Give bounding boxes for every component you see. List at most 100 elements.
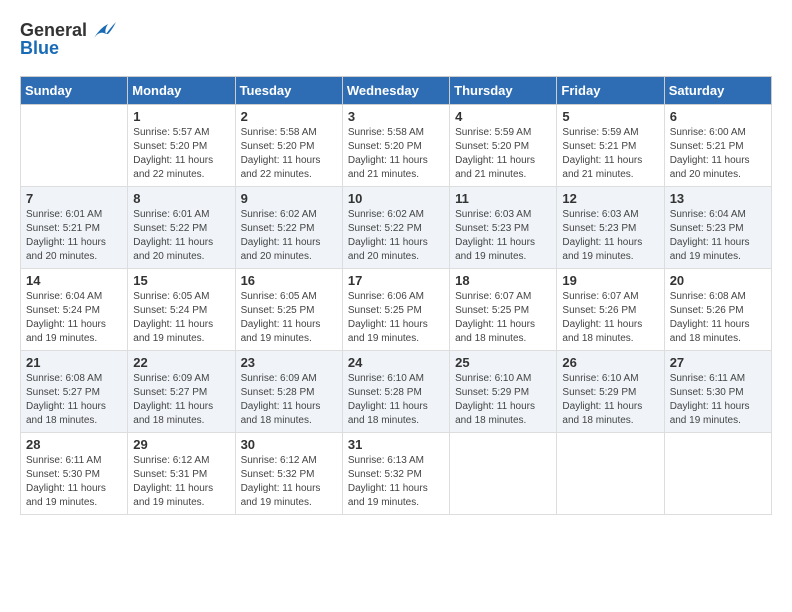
calendar-cell: 6 Sunrise: 6:00 AMSunset: 5:21 PMDaylight… [664,104,771,186]
day-info: Sunrise: 6:06 AMSunset: 5:25 PMDaylight:… [348,290,444,346]
day-number: 17 [348,273,444,288]
day-number: 30 [241,437,337,452]
page-header: General Blue [20,20,772,60]
day-number: 5 [562,109,658,124]
calendar-cell: 4Sunrise: 5:59 AMSunset: 5:20 PMDaylight… [450,104,557,186]
calendar-cell: 3 Sunrise: 5:58 AMSunset: 5:20 PMDaylight… [342,104,449,186]
column-header-wednesday: Wednesday [342,76,449,104]
column-header-monday: Monday [128,76,235,104]
calendar-week-1: 1 Sunrise: 5:57 AMSunset: 5:20 PMDaylight… [21,104,772,186]
calendar-cell: 15 Sunrise: 6:05 AMSunset: 5:24 PMDayligh… [128,268,235,350]
calendar-header: SundayMondayTuesdayWednesdayThursdayFrid… [21,76,772,104]
day-info: Sunrise: 6:05 AMSunset: 5:24 PMDaylight:… [133,290,229,346]
day-number: 9 [241,191,337,206]
day-number: 11 [455,191,551,206]
calendar-cell: 8 Sunrise: 6:01 AMSunset: 5:22 PMDaylight… [128,186,235,268]
day-number: 22 [133,355,229,370]
logo: General Blue [20,20,118,60]
day-number: 8 [133,191,229,206]
calendar-cell: 10 Sunrise: 6:02 AMSunset: 5:22 PMDayligh… [342,186,449,268]
day-number: 10 [348,191,444,206]
calendar-cell: 29 Sunrise: 6:12 AMSunset: 5:31 PMDayligh… [128,432,235,514]
column-header-tuesday: Tuesday [235,76,342,104]
day-info: Sunrise: 6:09 AMSunset: 5:27 PMDaylight:… [133,372,229,428]
day-number: 21 [26,355,122,370]
calendar-week-5: 28Sunrise: 6:11 AMSunset: 5:30 PMDayligh… [21,432,772,514]
calendar-cell: 16Sunrise: 6:05 AMSunset: 5:25 PMDayligh… [235,268,342,350]
day-number: 13 [670,191,766,206]
calendar-cell [450,432,557,514]
day-number: 27 [670,355,766,370]
day-number: 4 [455,109,551,124]
day-number: 6 [670,109,766,124]
day-number: 24 [348,355,444,370]
calendar-cell: 12 Sunrise: 6:03 AMSunset: 5:23 PMDayligh… [557,186,664,268]
day-info: Sunrise: 6:05 AMSunset: 5:25 PMDaylight:… [241,290,337,346]
day-number: 23 [241,355,337,370]
calendar-week-4: 21 Sunrise: 6:08 AMSunset: 5:27 PMDayligh… [21,350,772,432]
day-info: Sunrise: 6:09 AMSunset: 5:28 PMDaylight:… [241,372,337,428]
day-number: 25 [455,355,551,370]
column-header-sunday: Sunday [21,76,128,104]
calendar-cell: 23 Sunrise: 6:09 AMSunset: 5:28 PMDayligh… [235,350,342,432]
calendar-cell: 24Sunrise: 6:10 AMSunset: 5:28 PMDayligh… [342,350,449,432]
day-info: Sunrise: 6:13 AMSunset: 5:32 PMDaylight:… [348,454,444,510]
day-number: 26 [562,355,658,370]
column-header-saturday: Saturday [664,76,771,104]
day-number: 29 [133,437,229,452]
day-info: Sunrise: 6:11 AMSunset: 5:30 PMDaylight:… [670,372,766,428]
calendar-cell: 5 Sunrise: 5:59 AMSunset: 5:21 PMDaylight… [557,104,664,186]
day-info: Sunrise: 6:04 AMSunset: 5:23 PMDaylight:… [670,208,766,264]
calendar-cell: 7 Sunrise: 6:01 AMSunset: 5:21 PMDaylight… [21,186,128,268]
calendar-cell [21,104,128,186]
calendar-cell [557,432,664,514]
calendar-cell: 9 Sunrise: 6:02 AMSunset: 5:22 PMDaylight… [235,186,342,268]
calendar-cell: 27 Sunrise: 6:11 AMSunset: 5:30 PMDayligh… [664,350,771,432]
day-info: Sunrise: 6:01 AMSunset: 5:21 PMDaylight:… [26,208,122,264]
calendar-cell: 14Sunrise: 6:04 AMSunset: 5:24 PMDayligh… [21,268,128,350]
day-number: 20 [670,273,766,288]
day-info: Sunrise: 6:00 AMSunset: 5:21 PMDaylight:… [670,126,766,182]
calendar-cell: 20 Sunrise: 6:08 AMSunset: 5:26 PMDayligh… [664,268,771,350]
calendar-week-3: 14Sunrise: 6:04 AMSunset: 5:24 PMDayligh… [21,268,772,350]
calendar-cell: 13 Sunrise: 6:04 AMSunset: 5:23 PMDayligh… [664,186,771,268]
day-info: Sunrise: 6:03 AMSunset: 5:23 PMDaylight:… [562,208,658,264]
day-info: Sunrise: 6:08 AMSunset: 5:27 PMDaylight:… [26,372,122,428]
calendar-cell [664,432,771,514]
day-number: 19 [562,273,658,288]
day-number: 12 [562,191,658,206]
day-info: Sunrise: 5:59 AMSunset: 5:21 PMDaylight:… [562,126,658,182]
day-number: 1 [133,109,229,124]
calendar-cell: 17 Sunrise: 6:06 AMSunset: 5:25 PMDayligh… [342,268,449,350]
day-number: 14 [26,273,122,288]
day-info: Sunrise: 6:10 AMSunset: 5:29 PMDaylight:… [455,372,551,428]
day-info: Sunrise: 5:58 AMSunset: 5:20 PMDaylight:… [348,126,444,182]
day-info: Sunrise: 5:58 AMSunset: 5:20 PMDaylight:… [241,126,337,182]
day-info: Sunrise: 6:07 AMSunset: 5:26 PMDaylight:… [562,290,658,346]
day-number: 15 [133,273,229,288]
day-info: Sunrise: 6:02 AMSunset: 5:22 PMDaylight:… [241,208,337,264]
day-info: Sunrise: 6:01 AMSunset: 5:22 PMDaylight:… [133,208,229,264]
column-header-friday: Friday [557,76,664,104]
calendar-cell: 21 Sunrise: 6:08 AMSunset: 5:27 PMDayligh… [21,350,128,432]
day-info: Sunrise: 6:08 AMSunset: 5:26 PMDaylight:… [670,290,766,346]
day-info: Sunrise: 5:57 AMSunset: 5:20 PMDaylight:… [133,126,229,182]
calendar-table: SundayMondayTuesdayWednesdayThursdayFrid… [20,76,772,515]
calendar-cell: 19 Sunrise: 6:07 AMSunset: 5:26 PMDayligh… [557,268,664,350]
day-info: Sunrise: 6:07 AMSunset: 5:25 PMDaylight:… [455,290,551,346]
calendar-cell: 2Sunrise: 5:58 AMSunset: 5:20 PMDaylight… [235,104,342,186]
calendar-cell: 11 Sunrise: 6:03 AMSunset: 5:23 PMDayligh… [450,186,557,268]
calendar-cell: 22 Sunrise: 6:09 AMSunset: 5:27 PMDayligh… [128,350,235,432]
day-number: 7 [26,191,122,206]
calendar-cell: 28Sunrise: 6:11 AMSunset: 5:30 PMDayligh… [21,432,128,514]
calendar-cell: 26Sunrise: 6:10 AMSunset: 5:29 PMDayligh… [557,350,664,432]
calendar-cell: 1 Sunrise: 5:57 AMSunset: 5:20 PMDaylight… [128,104,235,186]
day-info: Sunrise: 6:02 AMSunset: 5:22 PMDaylight:… [348,208,444,264]
calendar-cell: 30Sunrise: 6:12 AMSunset: 5:32 PMDayligh… [235,432,342,514]
logo-bird-icon [90,20,118,42]
day-info: Sunrise: 6:12 AMSunset: 5:31 PMDaylight:… [133,454,229,510]
day-number: 3 [348,109,444,124]
day-info: Sunrise: 6:03 AMSunset: 5:23 PMDaylight:… [455,208,551,264]
calendar-cell: 18Sunrise: 6:07 AMSunset: 5:25 PMDayligh… [450,268,557,350]
calendar-cell: 31Sunrise: 6:13 AMSunset: 5:32 PMDayligh… [342,432,449,514]
